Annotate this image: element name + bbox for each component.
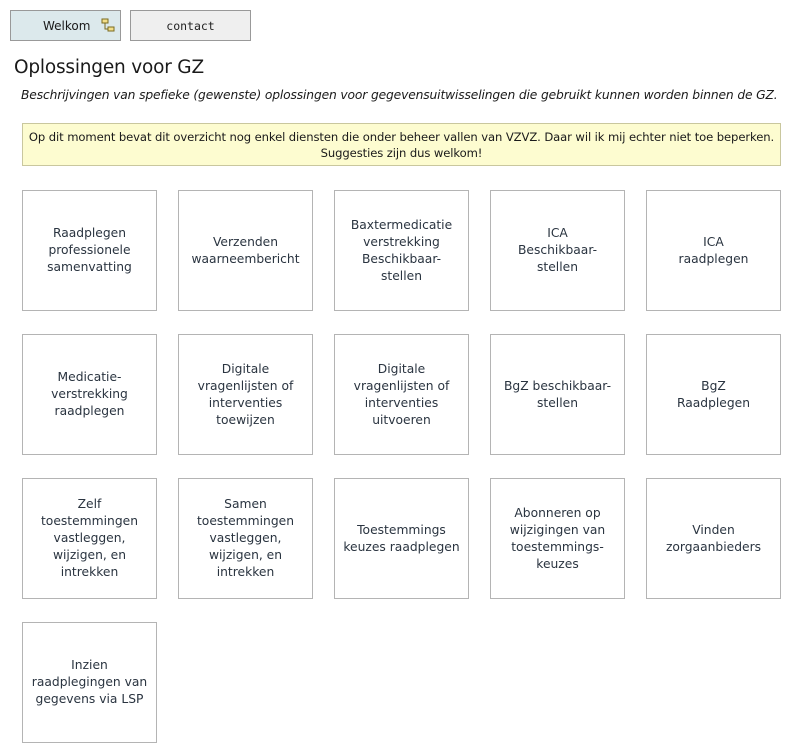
solution-card-label: Verzenden waarneembericht (191, 234, 300, 266)
solution-card[interactable]: Toestemmings keuzes raadplegen (334, 478, 469, 599)
solution-card-label: Samen toestemmingen vastleggen, wijzigen… (196, 497, 295, 579)
solution-card[interactable]: Abonneren op wijzigingen van toestemming… (490, 478, 625, 599)
solution-card[interactable]: ICA raadplegen (646, 190, 781, 311)
sitemap-icon (101, 18, 115, 32)
solution-card-label: Digitale vragenlijsten of interventies t… (197, 361, 294, 427)
solution-card[interactable]: Samen toestemmingen vastleggen, wijzigen… (178, 478, 313, 599)
notice-banner: Op dit moment bevat dit overzicht nog en… (22, 123, 781, 166)
solution-card-label: Zelf toestemmingen vastleggen, wijzigen,… (40, 497, 139, 579)
solution-card[interactable]: Verzenden waarneembericht (178, 190, 313, 311)
solution-card[interactable]: Medicatie- verstrekking raadplegen (22, 334, 157, 455)
solution-card[interactable]: Vinden zorgaanbieders (646, 478, 781, 599)
solution-card-label: ICA Beschikbaar- stellen (517, 226, 598, 274)
solution-card-label: Raadplegen professionele samenvatting (47, 226, 132, 274)
solution-card[interactable]: ICA Beschikbaar- stellen (490, 190, 625, 311)
solution-card[interactable]: Baxtermedicatie verstrekking Beschikbaar… (334, 190, 469, 311)
solution-card-label: ICA raadplegen (678, 234, 749, 266)
solution-card-label: BgZ Raadplegen (676, 378, 751, 410)
solution-card-label: Baxtermedicatie verstrekking Beschikbaar… (350, 217, 453, 283)
solution-card[interactable]: Zelf toestemmingen vastleggen, wijzigen,… (22, 478, 157, 599)
tab-contact-label: contact (166, 18, 215, 33)
tab-welkom-label: Welkom (43, 18, 91, 33)
solution-card-label: Toestemmings keuzes raadplegen (343, 522, 460, 554)
solution-card[interactable]: Raadplegen professionele samenvatting (22, 190, 157, 311)
solution-card[interactable]: BgZ Raadplegen (646, 334, 781, 455)
notice-line-1: Op dit moment bevat dit overzicht nog en… (28, 129, 775, 144)
solution-card-label: Vinden zorgaanbieders (665, 522, 762, 554)
top-navigation: Welkom contact (10, 10, 251, 41)
solution-card-label: Medicatie- verstrekking raadplegen (51, 370, 128, 418)
solution-card-label: BgZ beschikbaar- stellen (503, 378, 612, 410)
solution-card-label: Digitale vragenlijsten of interventies u… (353, 361, 450, 427)
notice-line-2: Suggesties zijn dus welkom! (320, 145, 483, 160)
tab-contact[interactable]: contact (130, 10, 251, 41)
page-subtitle: Beschrijvingen van spefieke (gewenste) o… (21, 88, 778, 102)
solution-card[interactable]: Digitale vragenlijsten of interventies u… (334, 334, 469, 455)
solution-card[interactable]: Digitale vragenlijsten of interventies t… (178, 334, 313, 455)
solution-card[interactable]: Inzien raadplegingen van gegevens via LS… (22, 622, 157, 743)
solution-card[interactable]: BgZ beschikbaar- stellen (490, 334, 625, 455)
page-title: Oplossingen voor GZ (14, 57, 204, 78)
solutions-grid: Raadplegen professionele samenvatting Ve… (22, 190, 781, 743)
tab-welkom[interactable]: Welkom (10, 10, 121, 41)
solution-card-label: Abonneren op wijzigingen van toestemming… (509, 505, 606, 571)
solution-card-label: Inzien raadplegingen van gegevens via LS… (31, 658, 148, 706)
